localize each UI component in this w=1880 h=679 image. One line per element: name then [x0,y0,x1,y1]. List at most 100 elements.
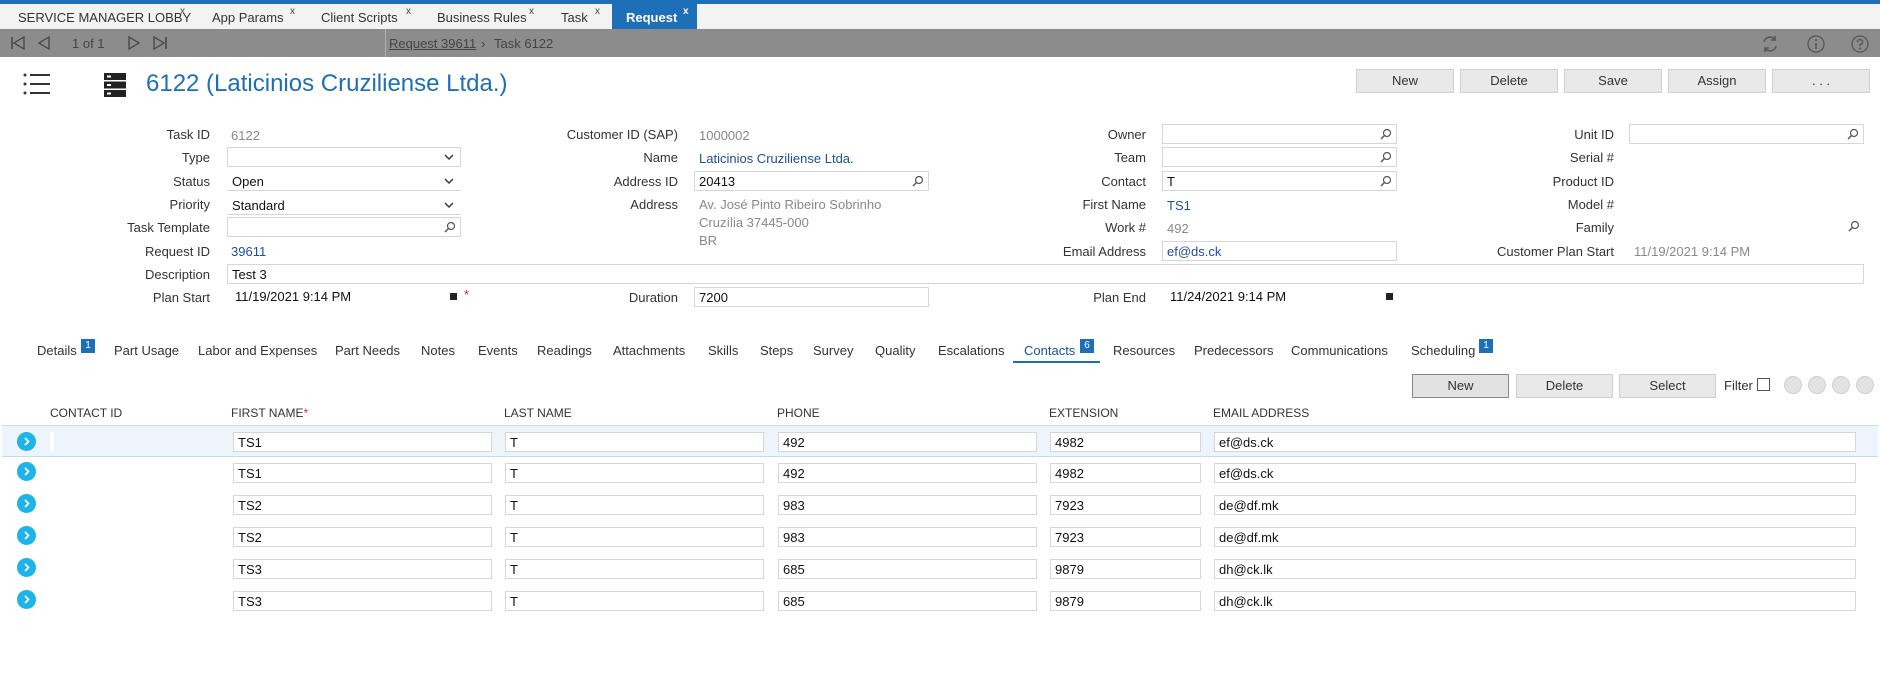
column-header-last-name[interactable]: LAST NAME [504,406,572,420]
first-page-icon[interactable] [1784,376,1802,394]
row-open-icon[interactable] [17,558,36,577]
save-button[interactable]: Save [1564,69,1662,93]
filter-checkbox[interactable] [1757,378,1770,391]
last-name-cell[interactable]: T [505,495,764,515]
new-button[interactable]: New [1356,69,1454,93]
extension-cell[interactable]: 7923 [1050,527,1201,547]
more-actions-button[interactable]: . . . [1772,69,1870,93]
grid-select-button[interactable]: Select [1619,374,1716,398]
first-name-cell[interactable]: TS1 [233,432,492,452]
subtab-steps[interactable]: Steps [760,343,793,358]
column-header-phone[interactable]: PHONE [777,406,820,420]
subtab-predecessors[interactable]: Predecessors [1194,343,1273,358]
email-cell[interactable]: de@df.mk [1214,495,1856,515]
column-header-email-address[interactable]: EMAIL ADDRESS [1213,406,1309,420]
last-name-cell[interactable]: T [505,591,764,611]
first-name-cell[interactable]: TS3 [233,591,492,611]
address-id-lookup[interactable]: 20413 [694,171,929,191]
phone-cell[interactable]: 685 [778,559,1037,579]
calendar-icon[interactable] [450,293,457,300]
first-name-cell[interactable]: TS1 [233,463,492,483]
request-id-link[interactable]: 39611 [231,244,266,259]
last-name-cell[interactable]: T [505,463,764,483]
close-icon[interactable]: x [180,0,185,26]
customer-name-link[interactable]: Laticinios Cruziliense Ltda. [699,151,854,166]
last-name-cell[interactable]: T [505,527,764,547]
table-row[interactable]: TS3 T 685 9879 dh@ck.lk [2,585,1878,617]
first-name-cell[interactable]: TS2 [233,527,492,547]
phone-cell[interactable]: 492 [778,432,1037,452]
subtab-communications[interactable]: Communications [1291,343,1388,358]
column-header-first-name[interactable]: FIRST NAME* [231,406,308,420]
column-header-extension[interactable]: EXTENSION [1049,406,1118,420]
subtab-notes[interactable]: Notes [421,343,455,358]
subtab-skills[interactable]: Skills [708,343,738,358]
tab-app-params[interactable]: App Params x [212,4,302,29]
team-lookup[interactable] [1162,147,1397,167]
previous-record-icon[interactable] [36,35,52,51]
close-icon[interactable]: x [683,0,689,26]
extension-cell[interactable]: 9879 [1050,559,1201,579]
tab-client-scripts[interactable]: Client Scripts x [321,4,421,29]
status-select[interactable]: Open [227,171,461,191]
table-row[interactable]: TS3 T 685 9879 dh@ck.lk [2,553,1878,585]
search-icon[interactable] [912,175,924,187]
email-field[interactable]: ef@ds.ck [1162,241,1397,261]
next-record-icon[interactable] [126,35,142,51]
delete-button[interactable]: Delete [1460,69,1558,93]
last-name-cell[interactable]: T [505,559,764,579]
tab-service-manager-lobby[interactable]: SERVICE MANAGER LOBBY x [18,4,191,29]
tab-request[interactable]: Request x [612,4,697,29]
close-icon[interactable]: x [529,0,534,26]
subtab-labor-and-expenses[interactable]: Labor and Expenses [198,343,317,358]
phone-cell[interactable]: 983 [778,495,1037,515]
description-field[interactable]: Test 3 [227,264,1864,284]
refresh-icon[interactable] [1760,34,1780,54]
menu-list-icon[interactable] [23,72,51,96]
email-cell[interactable]: de@df.mk [1214,527,1856,547]
help-icon[interactable] [1850,34,1870,54]
tab-business-rules[interactable]: Business Rules x [437,4,542,29]
unit-id-lookup[interactable] [1629,124,1864,144]
plan-end-field[interactable]: 11/24/2021 9:14 PM [1170,287,1400,307]
subtab-quality[interactable]: Quality [875,343,915,358]
next-page-icon[interactable] [1832,376,1850,394]
table-row[interactable]: TS2 T 983 7923 de@df.mk [2,521,1878,553]
phone-cell[interactable]: 685 [778,591,1037,611]
email-cell[interactable]: ef@ds.ck [1214,463,1856,483]
tab-task[interactable]: Task x [561,4,611,29]
subtab-survey[interactable]: Survey [813,343,853,358]
close-icon[interactable]: x [595,0,600,26]
breadcrumb-request-link[interactable]: Request 39611 [389,36,476,51]
email-cell[interactable]: dh@ck.lk [1214,591,1856,611]
phone-cell[interactable]: 983 [778,527,1037,547]
grid-delete-button[interactable]: Delete [1516,374,1613,398]
extension-cell[interactable]: 4982 [1050,432,1201,452]
last-record-icon[interactable] [152,35,168,51]
subtab-part-needs[interactable]: Part Needs [335,343,400,358]
subtab-readings[interactable]: Readings [537,343,592,358]
plan-start-field[interactable]: 11/19/2021 9:14 PM [235,287,465,307]
first-name-cell[interactable]: TS3 [233,559,492,579]
row-open-icon[interactable] [17,494,36,513]
search-icon[interactable] [1380,175,1392,187]
last-page-icon[interactable] [1856,376,1874,394]
subtab-events[interactable]: Events [478,343,518,358]
subtab-part-usage[interactable]: Part Usage [114,343,179,358]
calendar-icon[interactable] [1386,293,1393,300]
task-template-lookup[interactable] [227,217,461,237]
first-record-icon[interactable] [10,35,26,51]
table-row[interactable]: TS2 T 983 7923 de@df.mk [2,489,1878,521]
row-open-icon[interactable] [17,432,36,451]
subtab-details[interactable]: Details [37,343,77,358]
info-icon[interactable] [1806,34,1826,54]
search-icon[interactable] [1848,220,1860,232]
row-open-icon[interactable] [17,590,36,609]
subtab-scheduling[interactable]: Scheduling [1411,343,1475,358]
grid-new-button[interactable]: New [1412,374,1509,398]
search-icon[interactable] [444,221,456,233]
extension-cell[interactable]: 9879 [1050,591,1201,611]
assign-button[interactable]: Assign [1668,69,1766,93]
close-icon[interactable]: x [406,0,411,26]
table-row[interactable]: TS1 T 492 4982 ef@ds.ck [2,457,1878,489]
